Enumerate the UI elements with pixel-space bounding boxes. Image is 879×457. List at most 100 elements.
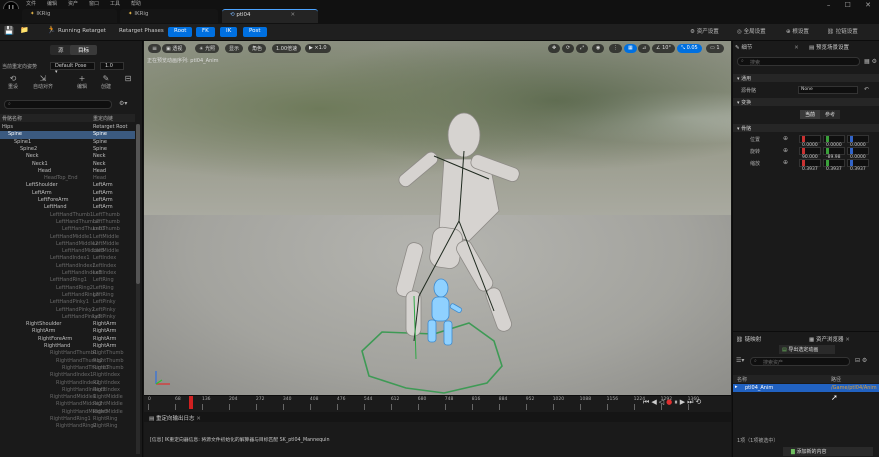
- scale-snap-button[interactable]: ⤡ 0.05: [677, 44, 702, 53]
- save-icon[interactable]: 💾: [4, 26, 14, 35]
- record-icon[interactable]: ●: [666, 398, 674, 406]
- running-retarget-label[interactable]: Running Retarget: [58, 28, 106, 34]
- transform-x-field[interactable]: 0.0000: [799, 135, 821, 148]
- tree-row[interactable]: RightHandThumb3 RightThumb: [0, 365, 135, 372]
- asset-search-input[interactable]: ⌕ 搜索资产: [750, 357, 850, 366]
- tree-row[interactable]: RightHand RightArm: [0, 343, 135, 350]
- tree-row[interactable]: LeftHandMiddle2 LeftMiddle: [0, 241, 135, 248]
- browse-icon[interactable]: 📁: [20, 26, 29, 34]
- tree-row[interactable]: LeftArm LeftArm: [0, 190, 135, 197]
- tree-row[interactable]: LeftHandPinky1 LeftPinky: [0, 299, 135, 306]
- transform-space-icon[interactable]: ⊕: [783, 135, 788, 142]
- tab-details[interactable]: ✎ 细节 ✕: [735, 43, 799, 51]
- phase-fk-button[interactable]: FK: [196, 27, 215, 37]
- tree-row[interactable]: LeftHandPinky3 LeftPinky: [0, 314, 135, 321]
- tree-row[interactable]: LeftHandIndex2 LeftIndex: [0, 263, 135, 270]
- global-settings-button[interactable]: ◎ 全局设置: [737, 27, 766, 35]
- phase-root-button[interactable]: Root: [168, 27, 193, 37]
- tree-row[interactable]: Hips Retarget Root: [0, 124, 135, 131]
- world-icon[interactable]: ◉: [592, 44, 605, 53]
- reference-toggle[interactable]: 参考: [820, 110, 841, 119]
- create-button[interactable]: ✎ 创建: [96, 74, 116, 90]
- tree-row[interactable]: RightHandMiddle3 RightMiddle: [0, 409, 135, 416]
- export-selected-button[interactable]: ▤ 导出选定动画: [779, 345, 835, 354]
- tree-row[interactable]: RightHandIndex1 RightIndex: [0, 372, 135, 379]
- delete-button[interactable]: ⊟: [118, 74, 138, 83]
- tree-row[interactable]: RightHandRing1 RightRing: [0, 416, 135, 423]
- tree-row[interactable]: Neck1 Neck: [0, 161, 135, 168]
- root-settings-button[interactable]: ⊕ 根设置: [786, 27, 809, 35]
- tree-row[interactable]: LeftHandMiddle3 LeftMiddle: [0, 248, 135, 255]
- tree-row[interactable]: LeftForeArm LeftArm: [0, 197, 135, 204]
- transform-z-field[interactable]: 0.0000: [847, 135, 869, 148]
- output-log-tab[interactable]: ▤ 重定向输出日志 ✕: [149, 414, 201, 422]
- viewport-menu-icon[interactable]: ≡: [148, 44, 162, 53]
- menu-tools[interactable]: 工具: [110, 0, 120, 7]
- transform-y-field[interactable]: -89.98: [823, 147, 845, 160]
- playback-speed-button[interactable]: 1.00倍速: [272, 44, 302, 53]
- reset-arrow-icon[interactable]: ↶: [864, 86, 869, 93]
- menu-edit[interactable]: 编辑: [47, 0, 57, 7]
- tree-row[interactable]: RightHandIndex3 RightIndex: [0, 387, 135, 394]
- tree-row[interactable]: Spine1 Spine: [0, 139, 135, 146]
- section-bone[interactable]: ▾ 骨骼: [733, 124, 879, 132]
- step-back-icon[interactable]: ◀: [651, 398, 658, 406]
- transform-space-icon[interactable]: ⊕: [783, 147, 788, 154]
- section-general[interactable]: ▾ 通用: [733, 74, 879, 82]
- edit-button[interactable]: + 编辑: [72, 74, 92, 90]
- window-controls[interactable]: – ☐ ✕: [827, 1, 877, 9]
- tab-ptl04[interactable]: ⟲ ptl04 ✕: [222, 9, 318, 23]
- tree-row[interactable]: RightShoulder RightArm: [0, 321, 135, 328]
- tree-row[interactable]: LeftHandRing1 LeftRing: [0, 277, 135, 284]
- tree-row[interactable]: Spine2 Spine: [0, 146, 135, 153]
- transform-z-field[interactable]: 0.0000: [847, 147, 869, 160]
- chain-column[interactable]: 重定向链: [93, 115, 113, 122]
- details-search-input[interactable]: ⌕ 搜索: [737, 57, 860, 66]
- tab-chain-mapping[interactable]: ⛓ 链映射: [736, 335, 761, 343]
- tree-row[interactable]: HeadTop_End Head: [0, 175, 135, 182]
- loop-icon[interactable]: ⟲: [695, 398, 703, 406]
- tab-source[interactable]: 源: [50, 45, 72, 55]
- tree-row[interactable]: LeftHandThumb2 LeftThumb: [0, 219, 135, 226]
- transform-y-field[interactable]: 0.3937: [823, 159, 845, 172]
- tree-row[interactable]: RightHandThumb2 RightThumb: [0, 358, 135, 365]
- phase-ik-button[interactable]: IK: [220, 27, 238, 37]
- tree-row[interactable]: RightArm RightArm: [0, 328, 135, 335]
- asset-row[interactable]: ▸ ptl04_Anim /Game/ptl04/Anim: [733, 384, 879, 392]
- play-icon[interactable]: ▶ ×1.0: [305, 44, 331, 53]
- tree-row[interactable]: LeftHandThumb3 LeftThumb: [0, 226, 135, 233]
- bone-name-column[interactable]: 骨骼名称: [2, 115, 22, 122]
- tree-row[interactable]: LeftHand LeftArm: [0, 204, 135, 211]
- tree-row[interactable]: LeftHandIndex1 LeftIndex: [0, 255, 135, 262]
- tree-row[interactable]: LeftHandThumb1 LeftThumb: [0, 212, 135, 219]
- tab-preview-scene[interactable]: ▤ 预览场景设置: [809, 43, 849, 51]
- grid-size-field[interactable]: ⊿: [638, 44, 651, 53]
- tree-row[interactable]: RightForeArm RightArm: [0, 336, 135, 343]
- pose-blend-field[interactable]: 1.0: [100, 62, 124, 70]
- reset-button[interactable]: ⟲ 重设: [3, 74, 23, 90]
- section-transform[interactable]: ▾ 变换: [733, 98, 879, 106]
- tab-asset-browser[interactable]: ▦ 资产浏览器 ✕: [809, 335, 850, 343]
- tree-row[interactable]: RightHandMiddle1 RightMiddle: [0, 394, 135, 401]
- chain-settings-button[interactable]: ⛓ 拉链设置: [827, 27, 858, 35]
- tree-row[interactable]: LeftHandRing2 LeftRing: [0, 285, 135, 292]
- tab-ikrig-1[interactable]: ✦ IKRig: [22, 9, 117, 23]
- close-icon[interactable]: ✕: [291, 12, 296, 18]
- transform-x-field[interactable]: 90.000: [799, 147, 821, 160]
- transform-y-field[interactable]: 0.0000: [823, 135, 845, 148]
- tree-scrollbar-thumb[interactable]: [136, 124, 140, 284]
- tree-row[interactable]: RightHandRing2 RightRing: [0, 423, 135, 430]
- add-new-content-button[interactable]: ▇ 添加新的内容: [783, 447, 873, 456]
- tree-row[interactable]: Spine Spine: [0, 131, 135, 139]
- tree-row[interactable]: LeftHandIndex3 LeftIndex: [0, 270, 135, 277]
- transform-z-field[interactable]: 0.3937: [847, 159, 869, 172]
- auto-align-button[interactable]: ⇲ 自动对齐: [28, 74, 58, 90]
- lighting-button[interactable]: ☀ 光照: [195, 44, 220, 53]
- tree-row[interactable]: LeftHandMiddle1 LeftMiddle: [0, 234, 135, 241]
- close-icon[interactable]: ✕: [845, 337, 850, 343]
- menu-window[interactable]: 窗口: [89, 0, 99, 7]
- current-toggle[interactable]: 当前: [800, 110, 821, 119]
- pose-dropdown[interactable]: Default Pose ▾: [50, 62, 95, 75]
- show-button[interactable]: 显示: [225, 44, 244, 53]
- menu-file[interactable]: 文件: [26, 0, 36, 7]
